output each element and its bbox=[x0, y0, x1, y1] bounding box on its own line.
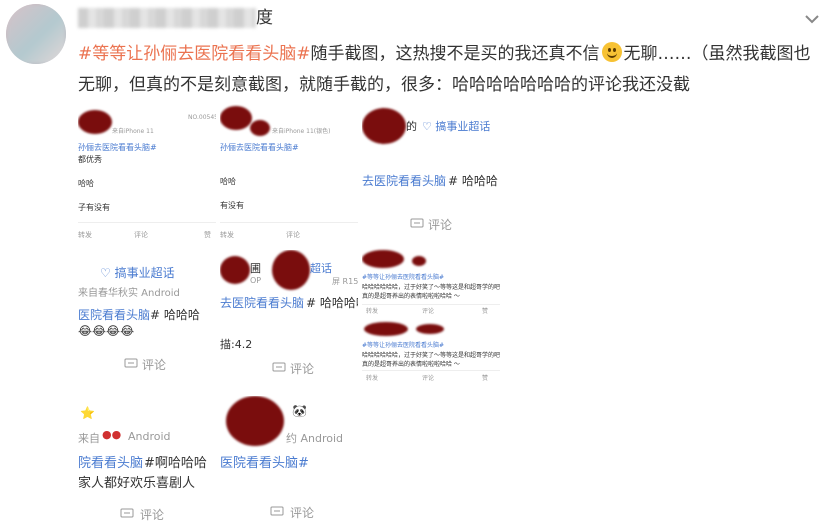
chevron-down-icon[interactable] bbox=[803, 10, 821, 28]
thumb6-c1-text1: 哈哈哈哈哈哈，过于好笑了～等等这是和超哥学的吧, bbox=[362, 284, 500, 291]
thumb8-topic: 医院看看头脑# bbox=[220, 456, 309, 471]
thumb7-line2: 家人都好欢乐喜剧人 bbox=[78, 476, 196, 491]
thumb6-c2-text2: 真的是超哥养出的表情啦啦啦哈哈 ～ bbox=[362, 361, 460, 368]
thumb6-like-label: 赞 bbox=[482, 308, 489, 315]
thumb7-source: Android bbox=[128, 430, 171, 443]
thumb4-badge: ♡ 搞事业超话 bbox=[100, 266, 175, 280]
thumb5-comment-label: 评论 bbox=[290, 362, 315, 376]
thumb3-name-suffix: 的 bbox=[406, 120, 417, 133]
thumb4-topic: 医院看看头脑 bbox=[78, 308, 151, 322]
panda-emoji-icon: 🐼 bbox=[292, 404, 307, 418]
comment-icon bbox=[120, 508, 134, 518]
image-thumb-7[interactable]: ⭐ 来自 ●● Android 院看看头脑 #啊哈哈哈 家人都好欢乐喜剧人 评论 bbox=[78, 396, 216, 522]
thumb3-badge: ♡ 搞事业超话 bbox=[422, 120, 491, 133]
image-thumb-3[interactable]: 的 ♡ 搞事业超话 去医院看看头脑 # 哈哈哈 评论 bbox=[362, 104, 500, 244]
thumb1-comment-label: 评论 bbox=[134, 231, 148, 239]
thumb1-repost-label: 转发 bbox=[78, 231, 92, 239]
post-text: #等等让孙俪去医院看看头脑#随手截图，这热搜不是买的我还真不信 无聊……（虽然我截… bbox=[78, 39, 823, 101]
thumb2-line1: 哈哈 bbox=[220, 177, 236, 186]
thumb7-topic-rest: #啊哈哈哈 bbox=[144, 456, 207, 471]
thumb5-topic: 去医院看看头脑 bbox=[220, 296, 305, 310]
thumb5-topic-rest: # 哈哈哈哈 bbox=[306, 296, 358, 310]
thumb7-source-prefix: 来自 bbox=[78, 432, 100, 445]
post-topic-link[interactable]: #等等让孙俪去医院看看头脑# bbox=[78, 44, 311, 64]
username[interactable]: 度 bbox=[78, 6, 274, 30]
thumb1-like-label: 赞 bbox=[204, 231, 211, 239]
thumb2-line2: 有没有 bbox=[220, 201, 244, 210]
username-blurred bbox=[78, 8, 256, 28]
thumb6-repost-label: 转发 bbox=[366, 308, 379, 315]
thumb6-c1-topic: #等等让孙俪去医院看看头脑# bbox=[362, 274, 445, 281]
thumb2-topic: 孙俪去医院看看头脑# bbox=[220, 143, 299, 152]
thumb5-rating: 描:4.2 bbox=[220, 338, 253, 351]
image-thumb-2[interactable]: 来自iPhone 11(银色) 孙俪去医院看看头脑# 哈哈 有没有 转发 评论 bbox=[220, 104, 358, 244]
thumb1-id: NO.00545 bbox=[188, 114, 216, 121]
thumb1-line1: 都优秀 bbox=[78, 155, 102, 164]
thumb2-comment-label: 评论 bbox=[286, 231, 300, 239]
thumb6-c1-text2: 真的是超哥养出的表情啦啦啦哈哈 ～ bbox=[362, 293, 460, 300]
thumb5-name: 圃 bbox=[250, 262, 261, 275]
thumb1-device: 来自iPhone 11 bbox=[112, 128, 154, 135]
thumb1-topic: 孙俪去医院看看头脑# bbox=[78, 143, 157, 152]
thumb6-c2-text1: 哈哈哈哈哈哈，过于好笑了～等等这是和超哥学的吧, bbox=[362, 352, 500, 359]
image-thumb-1[interactable]: 来自iPhone 11 NO.00545 孙俪去医院看看头脑# 都优秀 哈哈 子… bbox=[78, 104, 216, 244]
thumb6-repost-label-2: 转发 bbox=[366, 375, 379, 382]
thumb7-comment-label: 评论 bbox=[140, 508, 165, 522]
thumb4-topic-rest: # 哈哈哈 bbox=[150, 308, 200, 322]
thumb2-repost-label: 转发 bbox=[220, 231, 234, 239]
star-icon: ⭐ bbox=[80, 406, 95, 420]
apple-emoji-icon: ●● bbox=[102, 428, 122, 441]
username-suffix: 度 bbox=[256, 8, 273, 28]
thumb2-device: 来自iPhone 11(银色) bbox=[272, 128, 331, 135]
thumb6-comment-label-2: 评论 bbox=[422, 375, 435, 382]
thumb5-device-model: 屏 R15 bbox=[332, 277, 358, 286]
comment-icon bbox=[272, 362, 286, 372]
thumb4-comment-label: 评论 bbox=[142, 358, 167, 372]
thumb6-like-label-2: 赞 bbox=[482, 375, 489, 382]
comment-icon bbox=[410, 218, 424, 228]
thumb4-source: 来自春华秋实 Android bbox=[78, 288, 180, 299]
thumb7-topic: 院看看头脑 bbox=[78, 456, 144, 471]
thumb8-comment-label: 评论 bbox=[290, 506, 315, 520]
image-thumb-5[interactable]: 圃 超话 OP 屏 R15 去医院看看头脑 # 哈哈哈哈 描:4.2 评论 bbox=[220, 250, 358, 390]
thumb1-line2: 哈哈 bbox=[78, 179, 94, 188]
image-thumb-4[interactable]: ♡ 搞事业超话 来自春华秋实 Android 医院看看头脑 # 哈哈哈 😂😂😂😂… bbox=[78, 250, 216, 390]
avatar[interactable] bbox=[6, 4, 66, 64]
comment-icon bbox=[270, 506, 284, 516]
thumb6-c2-topic: #等等让孙俪去医院看看头脑# bbox=[362, 342, 445, 349]
comment-icon bbox=[124, 358, 138, 368]
thumb1-line3: 子有没有 bbox=[78, 203, 110, 212]
post-text-part1: 随手截图，这热搜不是买的我还真不信 bbox=[310, 44, 600, 64]
thumb5-device: OP bbox=[250, 276, 262, 285]
image-thumb-6[interactable]: #等等让孙俪去医院看看头脑# 哈哈哈哈哈哈，过于好笑了～等等这是和超哥学的吧, … bbox=[362, 244, 500, 384]
thumb6-comment-label: 评论 bbox=[422, 308, 435, 315]
thumb3-topic: 去医院看看头脑 bbox=[362, 174, 447, 188]
thumb3-comment-label: 评论 bbox=[428, 218, 453, 232]
thumb5-badge: 超话 bbox=[310, 262, 332, 275]
thumb8-source: 约 Android bbox=[286, 432, 344, 445]
image-thumb-8[interactable]: 🐼 约 Android 医院看看头脑# 评论 bbox=[220, 396, 358, 522]
thumb3-topic-rest: # 哈哈哈 bbox=[448, 174, 498, 188]
smile-emoji-icon bbox=[601, 42, 622, 62]
thumb4-emojis: 😂😂😂😂 bbox=[78, 324, 135, 338]
